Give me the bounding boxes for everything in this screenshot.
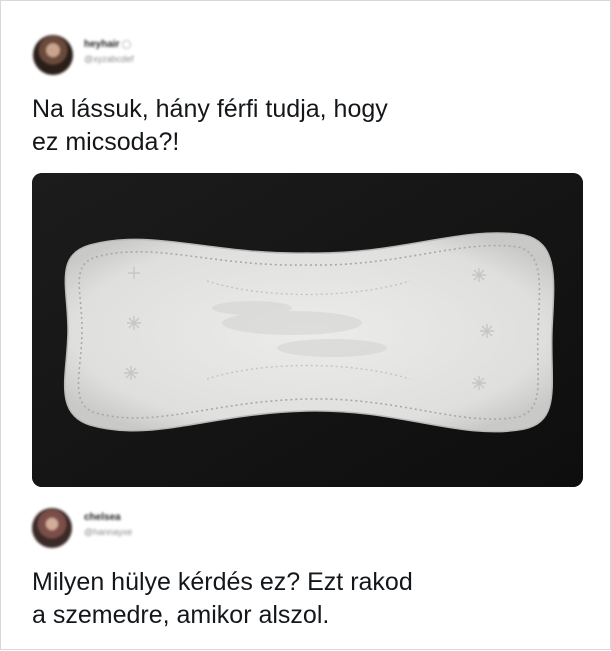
user-info[interactable]: heyhair @xyzabcdef — [84, 39, 134, 65]
tweet-text-line: ez micsoda?! — [32, 128, 180, 156]
avatar[interactable] — [32, 508, 72, 548]
avatar[interactable] — [33, 35, 73, 75]
display-name: chelsea — [84, 512, 121, 523]
username: @hannayxe — [84, 527, 133, 537]
tweet-text-line: Milyen hülye kérdés ez? Ezt rakod — [32, 568, 413, 596]
panty-liner-photo — [32, 173, 583, 487]
tweet-text: Na lássuk, hány férfi tudja, hogy ez mic… — [32, 93, 388, 159]
tweet-original: heyhair @xyzabcdef Na lássuk, hány férfi… — [1, 1, 611, 501]
tweet-text-line: a szemedre, amikor alszol. — [32, 601, 330, 629]
verified-icon — [121, 39, 131, 49]
tweet-text: Milyen hülye kérdés ez? Ezt rakod a szem… — [32, 566, 413, 632]
tweet-text-line: Na lássuk, hány férfi tudja, hogy — [32, 95, 388, 123]
username: @xyzabcdef — [84, 54, 134, 64]
user-info[interactable]: chelsea @hannayxe — [84, 512, 132, 538]
screenshot-frame: heyhair @xyzabcdef Na lássuk, hány férfi… — [0, 0, 611, 650]
tweet-photo[interactable] — [32, 173, 583, 487]
display-name: heyhair — [84, 39, 134, 51]
